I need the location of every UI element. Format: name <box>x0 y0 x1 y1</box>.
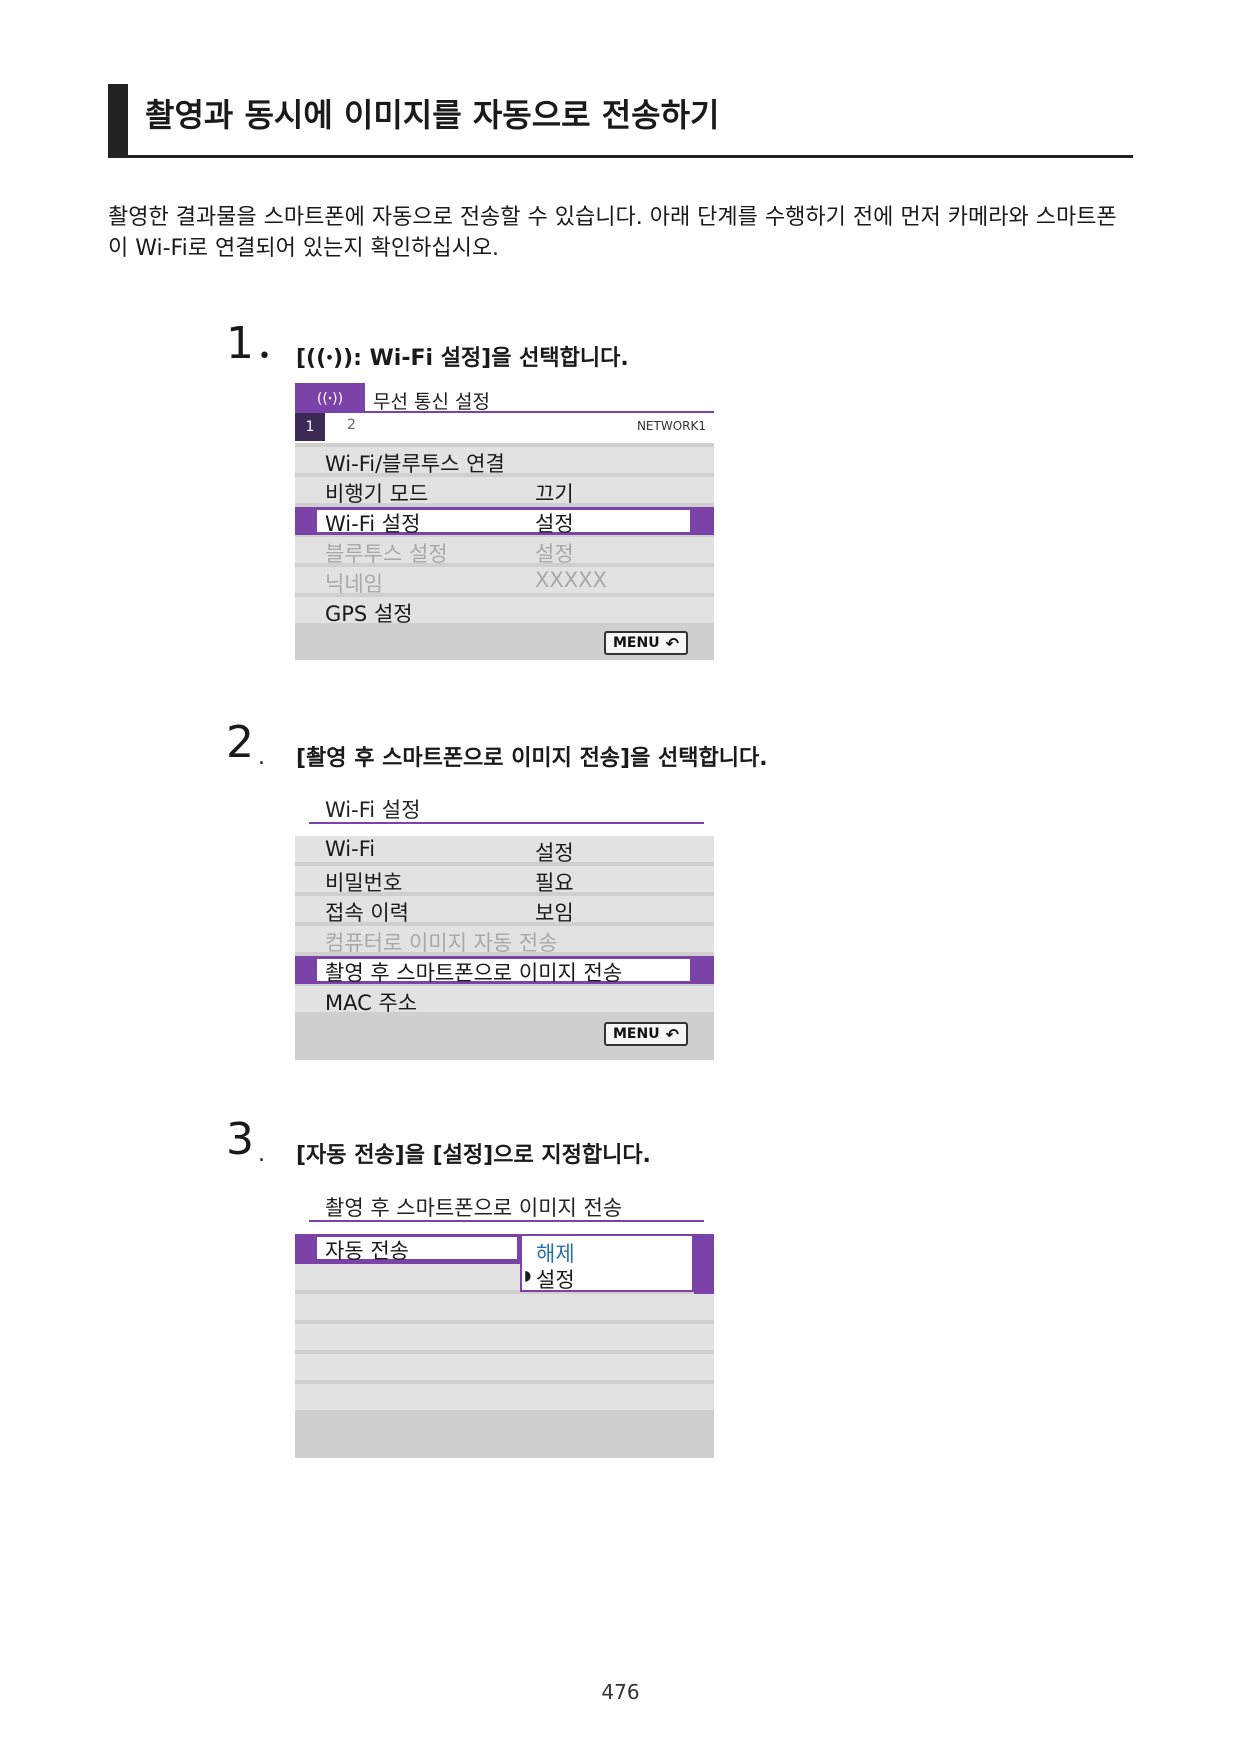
row-value: XXXXX <box>535 568 607 592</box>
row-label: 컴퓨터로 이미지 자동 전송 <box>325 931 558 955</box>
row-label: 자동 전송 <box>325 1239 409 1263</box>
row-value: 보임 <box>535 901 574 925</box>
row-label: 촬영 후 스마트폰으로 이미지 전송 <box>325 961 623 985</box>
row-value: 끄기 <box>535 482 574 506</box>
menu-row-empty <box>295 1354 714 1382</box>
title-underline <box>365 411 714 413</box>
menu-back-button[interactable]: MENU ↶ <box>604 1022 688 1046</box>
heading-rule <box>108 155 1133 158</box>
menu-button-label: MENU <box>613 1026 660 1042</box>
menu-back-button[interactable]: MENU ↶ <box>604 631 688 655</box>
step-1-number: 1 <box>226 318 254 369</box>
option-on[interactable]: 설정 <box>536 1264 575 1294</box>
step-1-dot: • <box>258 344 271 369</box>
network-label: NETWORK1 <box>636 419 706 433</box>
step-2-text: [촬영 후 스마트폰으로 이미지 전송]을 선택합니다. <box>296 746 768 771</box>
step-3-text: [자동 전송]을 [설정]으로 지정합니다. <box>296 1143 651 1168</box>
menu-row-wifi[interactable]: Wi-Fi 설정 <box>295 836 714 865</box>
menu-row-wifi-bluetooth[interactable]: Wi-Fi/블루투스 연결 <box>295 447 714 476</box>
wireless-icon: ((ꞏ)) <box>295 383 365 413</box>
row-label: 블루투스 설정 <box>325 542 448 566</box>
step-2-number: 2 <box>226 717 254 768</box>
menu-row-nickname: 닉네임 XXXXX <box>295 567 714 596</box>
menu-row-airplane-mode[interactable]: 비행기 모드 끄기 <box>295 477 714 506</box>
menu-row-bluetooth-settings: 블루투스 설정 설정 <box>295 537 714 566</box>
heading-bar <box>108 84 128 156</box>
menu-row-gps[interactable]: GPS 설정 <box>295 597 714 626</box>
menu-row-empty <box>295 1384 714 1412</box>
tab-1[interactable]: 1 <box>295 413 325 441</box>
menu-row-mac-address[interactable]: MAC 주소 <box>295 986 714 1015</box>
back-arrow-icon: ↶ <box>665 1024 679 1044</box>
row-label: GPS 설정 <box>325 602 413 626</box>
screen-title: Wi-Fi 설정 <box>325 798 421 822</box>
step-2-dot: . <box>258 745 265 770</box>
selection-edge <box>694 1264 714 1294</box>
cursor-icon: ◗ <box>524 1268 532 1284</box>
page-title: 촬영과 동시에 이미지를 자동으로 전송하기 <box>145 96 720 134</box>
step-1-text: [((ꞏ)): Wi-Fi 설정]을 선택합니다. <box>296 346 629 371</box>
screen-wifi-settings: Wi-Fi 설정 Wi-Fi 설정 비밀번호 필요 접속 이력 보임 컴퓨터로 … <box>295 782 714 1060</box>
row-label: Wi-Fi 설정 <box>325 512 421 536</box>
row-value: 필요 <box>535 871 574 895</box>
row-label: Wi-Fi <box>325 837 376 861</box>
row-label: 비행기 모드 <box>325 482 429 506</box>
row-label: 접속 이력 <box>325 901 409 925</box>
row-value: 설정 <box>535 841 574 865</box>
title-underline <box>309 822 704 824</box>
step-3-number: 3 <box>226 1114 254 1165</box>
row-label: 닉네임 <box>325 572 383 596</box>
step-3-dot: . <box>258 1142 265 1167</box>
intro-paragraph: 촬영한 결과물을 스마트폰에 자동으로 전송할 수 있습니다. 아래 단계를 수… <box>108 205 1117 261</box>
menu-row-empty <box>295 1324 714 1352</box>
row-value: 설정 <box>535 512 574 536</box>
screen-send-to-smartphone: 촬영 후 스마트폰으로 이미지 전송 자동 전송 해제 ◗ 설정 <box>295 1180 714 1458</box>
menu-row-send-to-smartphone[interactable]: 촬영 후 스마트폰으로 이미지 전송 <box>295 956 714 985</box>
option-dropdown[interactable]: 해제 ◗ 설정 <box>520 1234 694 1292</box>
menu-button-label: MENU <box>613 635 660 651</box>
page-number: 476 <box>601 1680 640 1704</box>
row-label: MAC 주소 <box>325 991 418 1015</box>
menu-row-connection-history[interactable]: 접속 이력 보임 <box>295 896 714 925</box>
row-label: Wi-Fi/블루투스 연결 <box>325 452 505 476</box>
back-arrow-icon: ↶ <box>665 633 679 653</box>
menu-row-wifi-settings[interactable]: Wi-Fi 설정 설정 <box>295 507 714 536</box>
screen-title: 무선 통신 설정 <box>373 391 490 413</box>
screen-wireless-settings: ((ꞏ)) 무선 통신 설정 1 2 NETWORK1 Wi-Fi/블루투스 연… <box>295 383 714 660</box>
row-value: 설정 <box>535 542 574 566</box>
row-label: 비밀번호 <box>325 871 403 895</box>
menu-row-empty <box>295 1294 714 1322</box>
tab-2[interactable]: 2 <box>347 417 356 433</box>
menu-row-password[interactable]: 비밀번호 필요 <box>295 866 714 895</box>
title-underline <box>309 1220 704 1222</box>
screen-title: 촬영 후 스마트폰으로 이미지 전송 <box>325 1196 623 1220</box>
menu-row-auto-transfer-computer: 컴퓨터로 이미지 자동 전송 <box>295 926 714 955</box>
